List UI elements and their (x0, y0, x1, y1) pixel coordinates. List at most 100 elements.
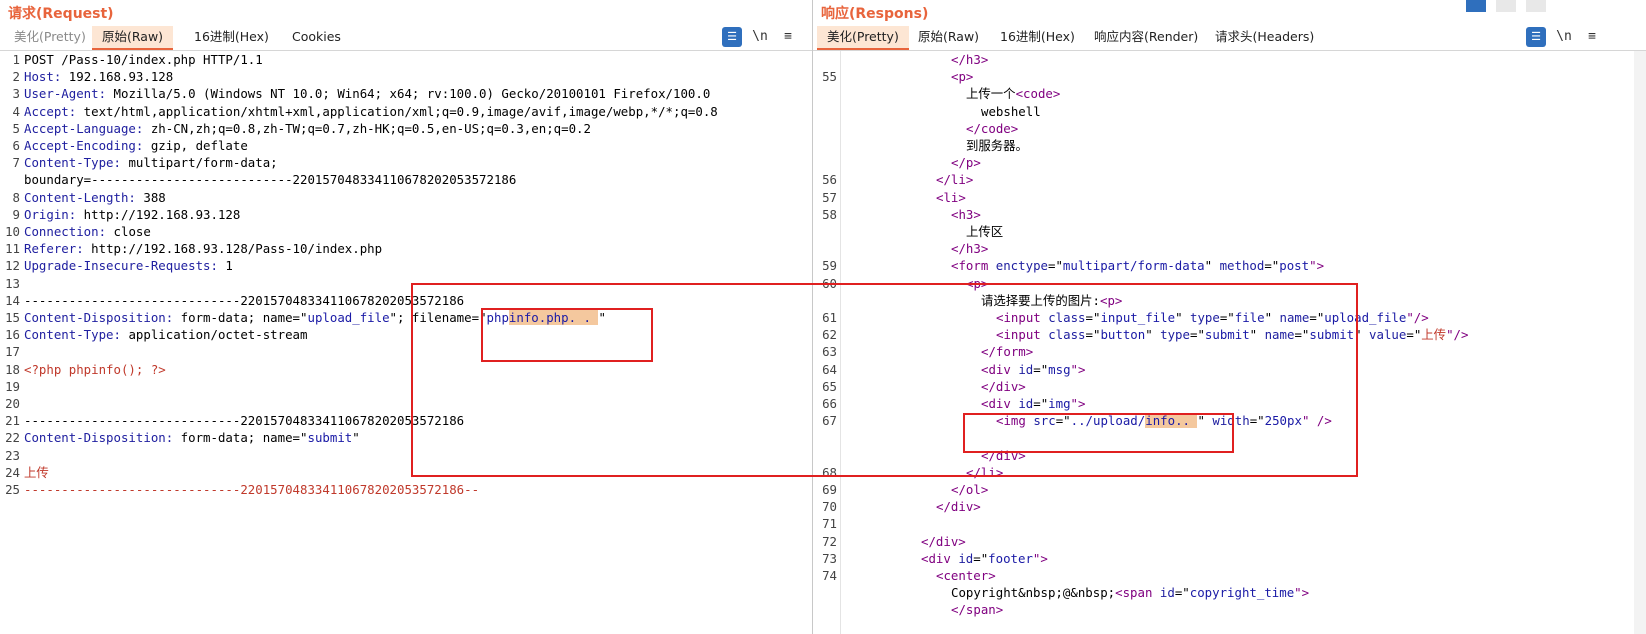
line-number: 10 (5, 224, 20, 239)
line-number: 18 (5, 361, 20, 377)
code-line: 58 <h3> (813, 206, 1646, 224)
code-text: Accept-Language: zh-CN,zh;q=0.8,zh-TW;q=… (24, 120, 591, 138)
line-number: 61 (822, 310, 837, 325)
code-token: type (1160, 327, 1190, 343)
code-token: </span> (951, 602, 1004, 618)
code-token: Referer: (24, 241, 84, 257)
code-line: 12 Upgrade-Insecure-Requests: 1 (0, 257, 812, 275)
code-text: 上传区 (966, 223, 1003, 241)
line-number: 69 (822, 482, 837, 497)
line-number: 71 (822, 516, 837, 532)
line-number: 1 (12, 52, 20, 67)
menu-icon[interactable]: ≡ (778, 27, 798, 47)
code-line: 9 Origin: http://192.168.93.128 (0, 206, 812, 224)
code-token: =" (1264, 258, 1280, 274)
code-token: Content-Disposition: (24, 430, 174, 446)
tab-request-cookies[interactable]: Cookies (282, 26, 351, 48)
tab-response-pretty[interactable]: 美化(Pretty) (817, 26, 909, 50)
code-token: form-data; name=" (173, 310, 308, 325)
code-line: 4 Accept: text/html,application/xhtml+xml… (0, 103, 812, 121)
code-text: </li> (936, 171, 973, 189)
code-line: </code> (813, 120, 1646, 138)
code-token: name (1264, 327, 1295, 343)
code-token: Accept-Language: (24, 120, 144, 136)
line-number: 6 (12, 138, 20, 153)
code-text: 上传 (24, 464, 49, 482)
code-token: form-data; name=" (173, 430, 308, 446)
code-line: 13 (0, 275, 812, 293)
line-number: 19 (5, 378, 20, 394)
code-text: boundary=---------------------------2201… (24, 171, 516, 189)
tab-request-raw[interactable]: 原始(Raw) (92, 26, 174, 50)
code-token: </div> (936, 499, 981, 515)
line-number: 8 (12, 189, 20, 205)
code-token: "; filename=" (389, 310, 487, 325)
code-token: width (1212, 413, 1250, 429)
tab-request-pretty[interactable]: 美化(Pretty) (4, 26, 96, 48)
code-token: <?php phpinfo(); ?> (24, 361, 166, 377)
code-token: </code> (966, 120, 1019, 136)
line-number: 59 (822, 258, 837, 274)
request-editor[interactable]: 1 POST /Pass-10/index.php HTTP/1.1 2 Host: … (0, 51, 812, 634)
code-token: =" (1406, 327, 1422, 343)
line-number: 67 (822, 413, 837, 429)
code-token: Accept: (24, 103, 77, 119)
line-number: 17 (5, 344, 20, 360)
code-token: "> (1070, 361, 1086, 377)
response-scrollbar[interactable] (1634, 51, 1646, 634)
format-icon[interactable]: ☰ (1526, 27, 1546, 47)
tab-request-hex[interactable]: 16进制(Hex) (184, 26, 279, 48)
code-token: </form> (981, 344, 1034, 360)
newline-toggle-icon[interactable]: \n (1554, 27, 1574, 47)
code-text: Accept-Encoding: gzip, deflate (24, 137, 248, 155)
code-token: id (958, 550, 974, 566)
tab-response-headers[interactable]: 请求头(Headers) (1205, 26, 1324, 48)
code-token: <li> (936, 189, 966, 205)
layout-vertical-icon[interactable] (1526, 0, 1546, 12)
code-line: 70 </div> (813, 498, 1646, 516)
code-token: upload_file (307, 310, 390, 325)
code-text: </h3> (951, 240, 988, 258)
code-token: 请选择要上传的图片: (981, 292, 1100, 308)
tab-response-render[interactable]: 响应内容(Render) (1084, 26, 1208, 48)
code-token: class (1048, 327, 1086, 343)
code-text: 到服务器。 (966, 137, 1028, 155)
response-editor[interactable]: </h3> 55 <p> 上传一个<code> webshell </code> 到服务器。… (813, 51, 1646, 634)
code-token: Upgrade-Insecure-Requests: (24, 258, 218, 274)
code-text: Content-Disposition: form-data; name="up… (24, 309, 606, 327)
code-text: <input class="button" type="submit" name… (996, 326, 1468, 344)
newline-toggle-icon[interactable]: \n (750, 27, 770, 47)
tab-response-raw[interactable]: 原始(Raw) (908, 26, 989, 48)
code-token: zh-CN,zh;q=0.8,zh-TW;q=0.7,zh-HK;q=0.5,e… (143, 120, 591, 136)
code-token: input_file (1100, 310, 1176, 325)
code-token: =" (1174, 585, 1190, 601)
code-token: Copyright&nbsp;@&nbsp; (951, 585, 1116, 601)
menu-icon[interactable]: ≡ (1582, 27, 1602, 47)
code-token: http://192.168.93.128 (76, 206, 241, 222)
tab-response-hex[interactable]: 16进制(Hex) (990, 26, 1085, 48)
code-line: 56 </li> (813, 171, 1646, 189)
code-text: </code> (966, 120, 1018, 138)
code-text: </li> (966, 464, 1003, 482)
code-token: <img (996, 413, 1034, 429)
line-number: 62 (822, 327, 837, 343)
code-token: Connection: (24, 224, 107, 239)
code-token: <p> (966, 275, 989, 291)
line-number: 15 (5, 310, 20, 325)
code-text: Content-Disposition: form-data; name="su… (24, 429, 360, 447)
layout-horizontal-icon[interactable] (1496, 0, 1516, 12)
layout-split-icon[interactable] (1466, 0, 1486, 12)
code-token: =" (1033, 361, 1049, 377)
code-text: <input class="input_file" type="file" na… (996, 309, 1429, 327)
code-token: img (1048, 396, 1071, 411)
format-icon[interactable]: ☰ (722, 27, 742, 47)
code-token: submit (1204, 327, 1250, 343)
line-number: 22 (5, 430, 20, 446)
code-token: </p> (951, 155, 981, 171)
code-token: 250px (1264, 413, 1302, 429)
code-line: 3 User-Agent: Mozilla/5.0 (Windows NT 10.… (0, 85, 812, 103)
code-token: Content-Type: (24, 327, 121, 343)
code-token: " (1197, 413, 1213, 429)
code-line: 25 -----------------------------220157048… (0, 481, 812, 499)
